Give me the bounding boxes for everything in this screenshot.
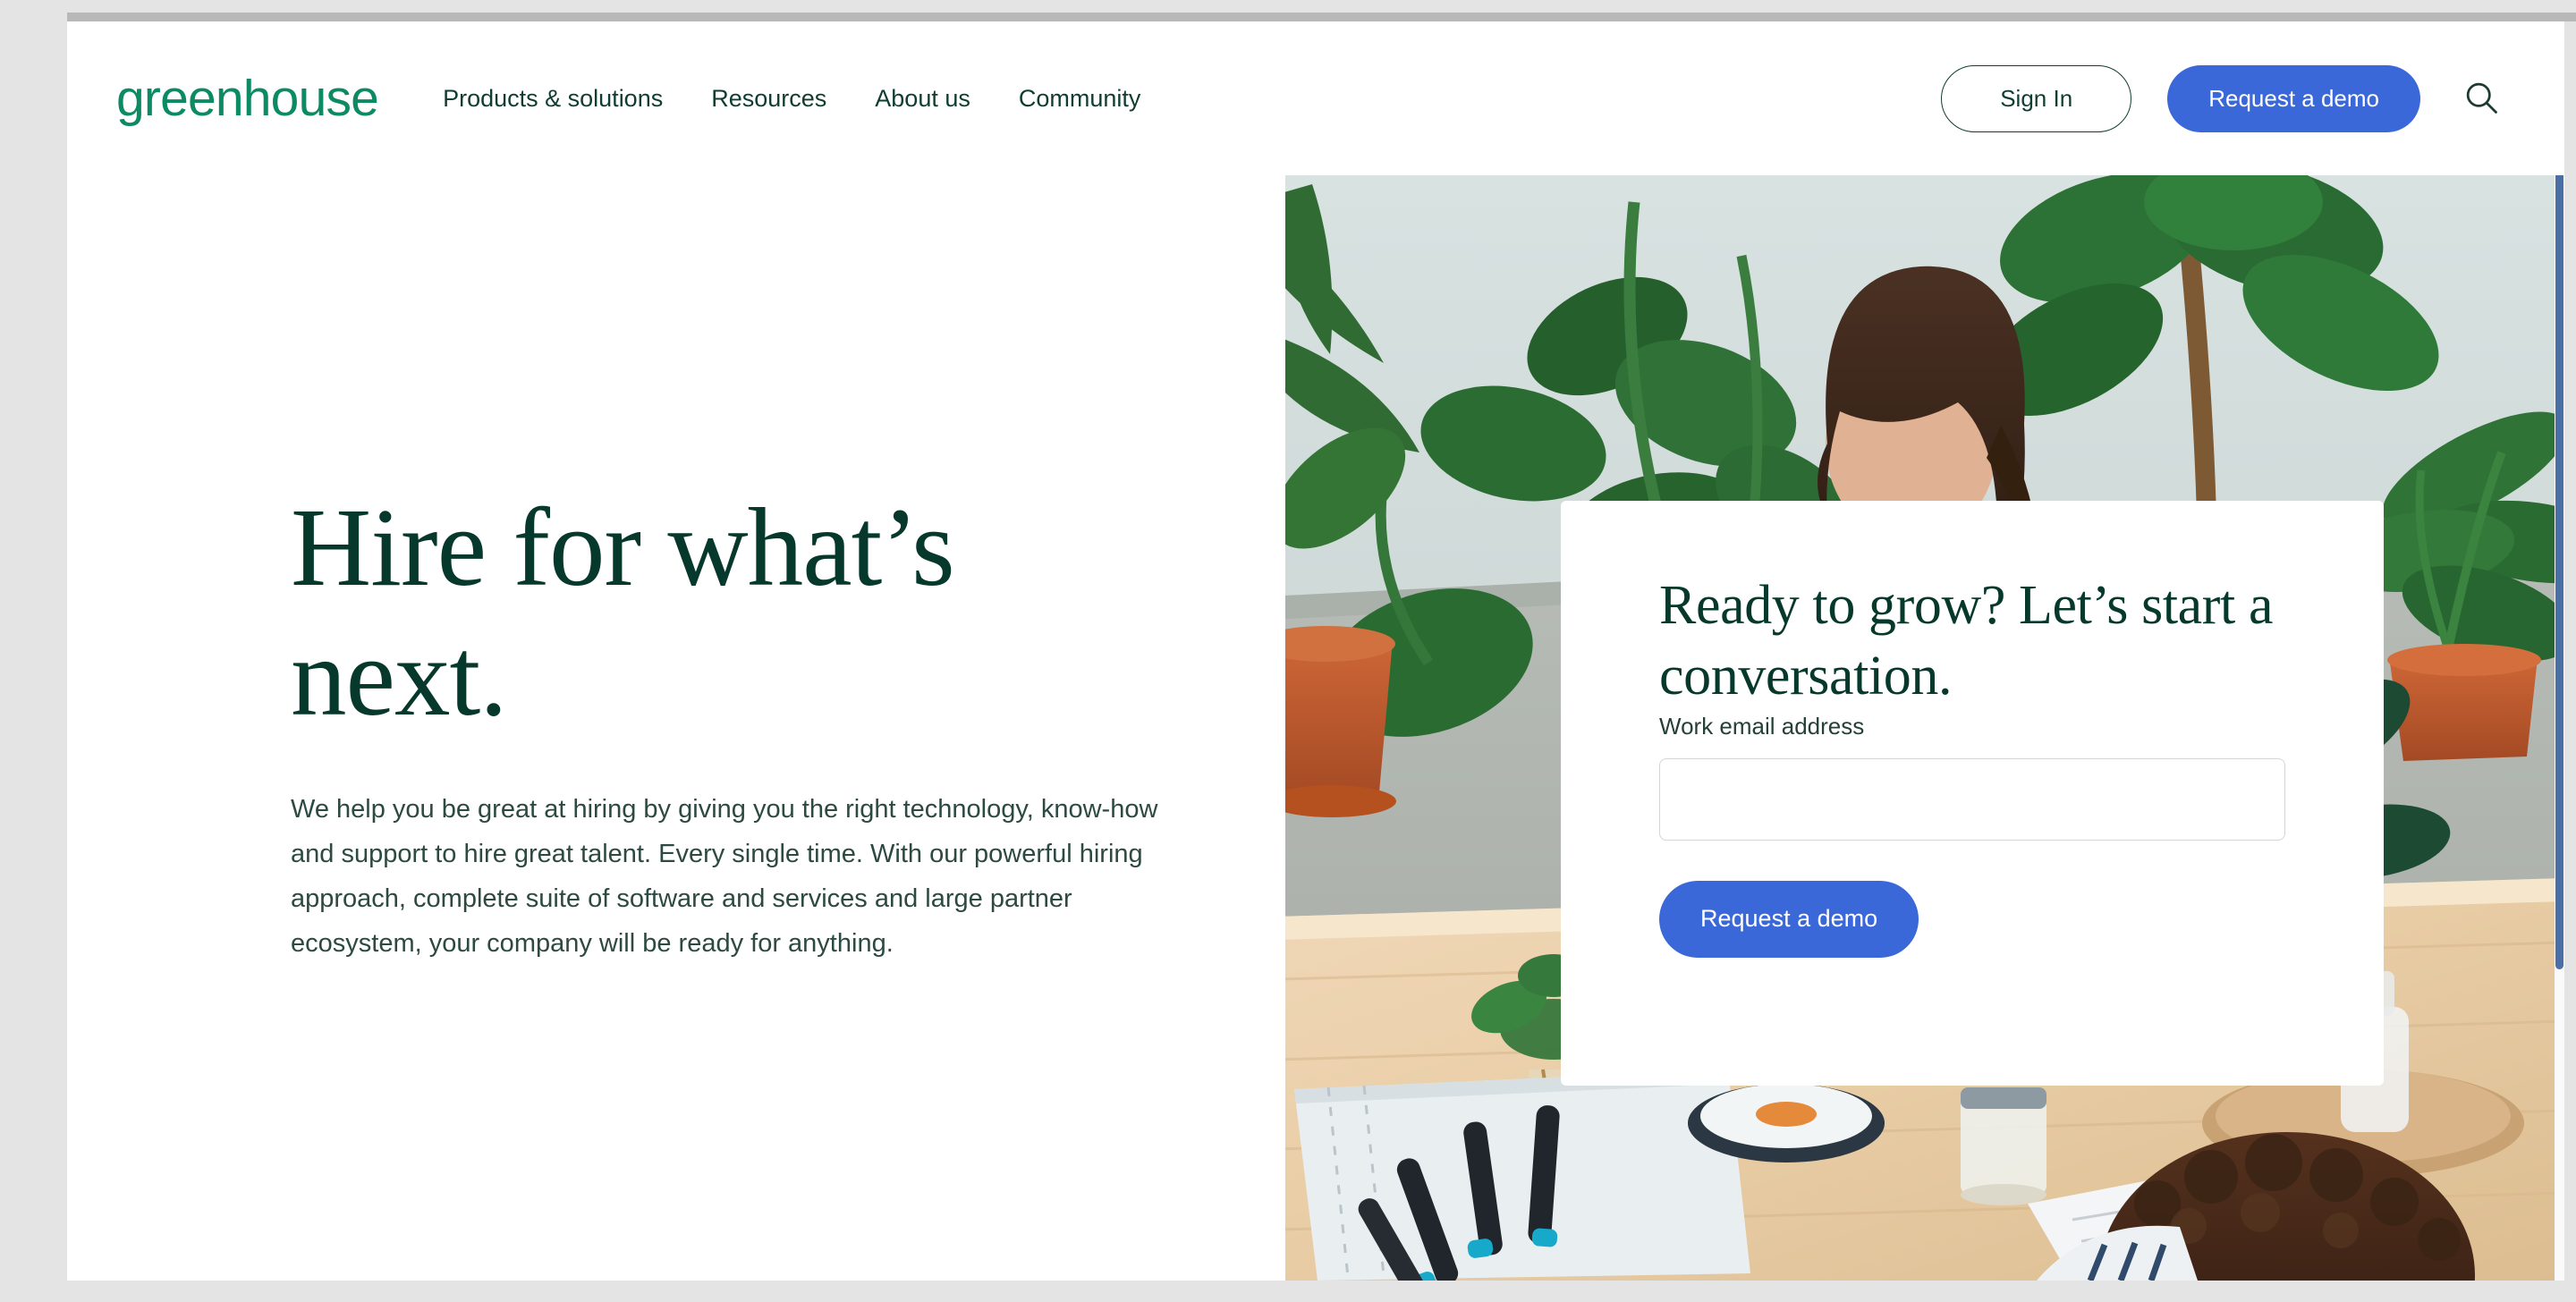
browser-chrome-bar [67, 13, 2576, 21]
hero-description: We help you be great at hiring by giving… [291, 795, 1158, 958]
search-icon [2462, 78, 2501, 120]
demo-request-card: Ready to grow? Let’s start a conversatio… [1561, 501, 2384, 1086]
nav-item-community[interactable]: Community [1019, 85, 1141, 113]
vertical-scrollbar[interactable] [2555, 21, 2564, 1281]
work-email-input[interactable] [1659, 757, 2285, 841]
search-button[interactable] [2456, 73, 2506, 123]
nav-item-products-solutions[interactable]: Products & solutions [443, 85, 663, 113]
header-actions: Sign In Request a demo [1941, 64, 2506, 132]
hero-copy: Hire for what’s next. We help you be gre… [291, 484, 1167, 967]
hero-text-panel: Hire for what’s next. We help you be gre… [67, 175, 1285, 1281]
hero-section: Hire for what’s next. We help you be gre… [67, 175, 2564, 1281]
request-demo-button-header[interactable]: Request a demo [2167, 64, 2420, 132]
main-navigation: Products & solutions Resources About us … [443, 85, 1140, 113]
desktop-background: greenhouse Products & solutions Resource… [0, 0, 2576, 1302]
greenhouse-logo[interactable]: greenhouse [116, 72, 379, 124]
sign-in-button[interactable]: Sign In [1941, 64, 2132, 132]
nav-item-resources[interactable]: Resources [711, 85, 826, 113]
page-title: Hire for what’s next. [291, 486, 955, 740]
form-card-title: Ready to grow? Let’s start a conversatio… [1659, 575, 2274, 707]
site-header: greenhouse Products & solutions Resource… [67, 21, 2564, 175]
request-demo-button-form[interactable]: Request a demo [1659, 880, 1919, 958]
work-email-label: Work email address [1659, 712, 1865, 740]
browser-viewport: greenhouse Products & solutions Resource… [67, 21, 2564, 1281]
nav-item-about-us[interactable]: About us [875, 85, 970, 113]
